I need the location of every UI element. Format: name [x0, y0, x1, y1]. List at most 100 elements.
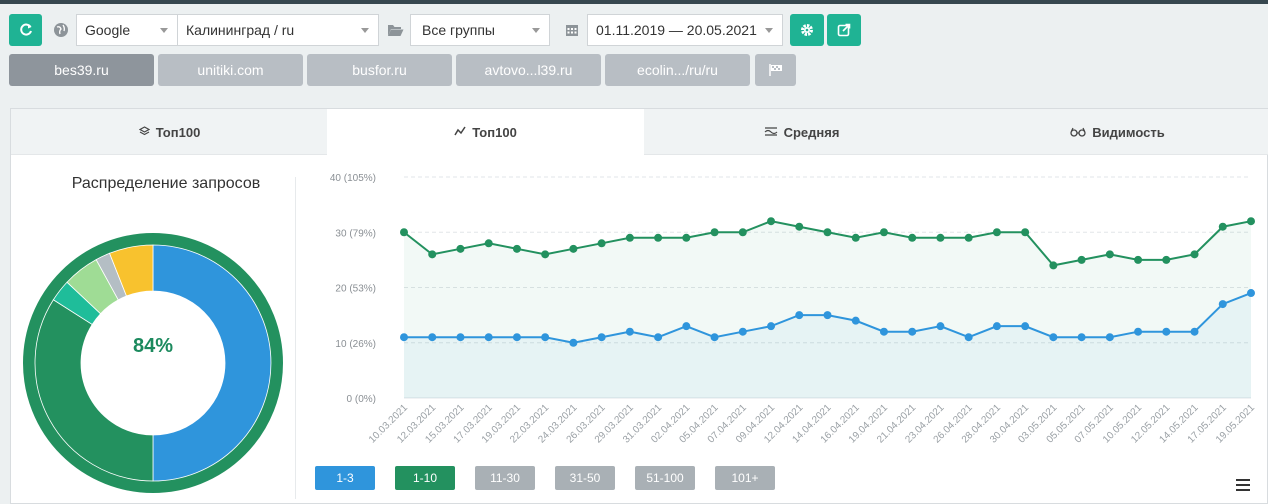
series-0-point-6: [569, 244, 578, 253]
series-1-point-9: [654, 333, 663, 342]
report-tab-label: Топ100: [472, 125, 517, 140]
date-range-value: 01.11.2019 — 20.05.2021: [596, 22, 757, 38]
donut-slice-1: [34, 299, 154, 482]
range-filter-button-1[interactable]: 1-10: [395, 466, 455, 490]
report-tab-3[interactable]: Видимость: [959, 109, 1268, 155]
range-filter-button-5[interactable]: 101+: [715, 466, 775, 490]
glasses-icon: [1070, 125, 1086, 140]
report-tab-label: Топ100: [155, 124, 201, 140]
series-0-point-27: [1162, 255, 1171, 264]
y-tick-label: 30 (79%): [335, 228, 376, 239]
series-1-point-23: [1049, 333, 1058, 342]
hamburger-menu-icon[interactable]: [1236, 479, 1250, 494]
report-tabs: Топ100 Топ100 Средняя Видимость: [11, 109, 1268, 156]
series-1-point-19: [936, 322, 945, 331]
report-tab-2[interactable]: Средняя: [643, 109, 960, 155]
chevron-down-icon: [361, 28, 369, 33]
series-1-point-21: [992, 322, 1001, 331]
series-0-point-2: [456, 244, 465, 253]
site-tab-2[interactable]: busfor.ru: [307, 54, 452, 86]
series-1-point-5: [541, 333, 550, 342]
refresh-button[interactable]: [9, 14, 42, 46]
compare-flag-button[interactable]: [755, 54, 796, 86]
average-icon: [764, 125, 778, 140]
series-0-point-7: [597, 239, 606, 248]
globe-icon: [51, 20, 71, 40]
series-1-point-15: [823, 311, 832, 320]
series-0-point-24: [1077, 255, 1086, 264]
series-0-point-23: [1049, 261, 1058, 270]
layers-icon: [138, 125, 150, 140]
donut-center-label: 84%: [132, 335, 174, 357]
series-1-point-7: [597, 333, 606, 342]
series-0-point-13: [767, 217, 776, 226]
line-chart-icon: [454, 125, 466, 140]
settings-button[interactable]: [790, 14, 824, 46]
series-0-point-16: [851, 233, 860, 242]
chevron-down-icon: [160, 28, 168, 33]
series-0-point-11: [710, 228, 719, 237]
report-tab-label: Видимость: [1092, 124, 1165, 140]
series-1-point-2: [456, 333, 465, 342]
top-strip: [0, 0, 1268, 4]
series-0-point-3: [484, 239, 493, 248]
distribution-donut: [23, 233, 283, 493]
report-tab-0[interactable]: Топ100: [11, 109, 328, 155]
refresh-icon: [19, 23, 32, 36]
range-filter-button-0[interactable]: 1-3: [315, 466, 375, 490]
site-tab-3[interactable]: avtovo...l39.ru: [456, 54, 601, 86]
series-1-point-22: [1021, 322, 1030, 331]
site-tab-0[interactable]: bes39.ru: [9, 54, 154, 86]
series-0-point-18: [908, 233, 917, 242]
series-0-point-5: [541, 250, 550, 259]
group-select[interactable]: Все группы: [410, 14, 550, 46]
report-tab-label: Средняя: [783, 124, 840, 140]
search-engine-value: Google: [85, 22, 131, 38]
series-0-point-12: [738, 228, 747, 237]
series-1-point-25: [1105, 333, 1114, 342]
chevron-down-icon: [532, 28, 540, 33]
export-button[interactable]: [827, 14, 861, 46]
y-tick-label: 20 (53%): [335, 284, 376, 295]
series-0-point-20: [964, 233, 973, 242]
chevron-down-icon: [765, 28, 773, 33]
site-tab-4[interactable]: ecolin.../ru/ru: [605, 54, 750, 86]
series-0-point-17: [879, 228, 888, 237]
series-0-point-15: [823, 228, 832, 237]
range-filter-button-4[interactable]: 51-100: [635, 466, 695, 490]
series-1-point-11: [710, 333, 719, 342]
series-1-point-26: [1134, 327, 1143, 336]
range-filter-button-3[interactable]: 31-50: [555, 466, 615, 490]
report-tab-1[interactable]: Топ100: [327, 109, 644, 156]
series-0-point-25: [1105, 250, 1114, 259]
series-0-point-29: [1218, 222, 1227, 231]
range-filter-button-2[interactable]: 11-30: [475, 466, 535, 490]
series-0-point-26: [1134, 255, 1143, 264]
series-1-point-8: [625, 327, 634, 336]
series-1-point-18: [908, 327, 917, 336]
date-range-select[interactable]: 01.11.2019 — 20.05.2021: [587, 14, 783, 46]
series-1-point-29: [1218, 300, 1227, 309]
search-engine-select[interactable]: Google: [76, 14, 178, 46]
folder-icon: [385, 20, 405, 40]
flag-icon: [768, 64, 782, 76]
site-tab-1[interactable]: unitiki.com: [158, 54, 303, 86]
series-0-point-8: [625, 233, 634, 242]
series-0-point-1: [428, 250, 437, 259]
series-0-point-21: [992, 228, 1001, 237]
series-0-point-19: [936, 233, 945, 242]
series-1-point-24: [1077, 333, 1086, 342]
series-0-point-10: [682, 233, 691, 242]
series-1-point-28: [1190, 327, 1199, 336]
series-0-point-4: [512, 244, 521, 253]
calendar-icon: [562, 20, 582, 40]
region-select[interactable]: Калининград / ru: [177, 14, 379, 46]
series-1-point-10: [682, 322, 691, 331]
series-1-point-6: [569, 338, 578, 347]
series-1-point-3: [484, 333, 493, 342]
group-value: Все группы: [422, 22, 495, 38]
divider: [295, 177, 296, 499]
series-1-point-0: [400, 333, 408, 342]
y-tick-label: 0 (0%): [347, 394, 376, 405]
y-tick-label: 10 (26%): [335, 339, 376, 350]
